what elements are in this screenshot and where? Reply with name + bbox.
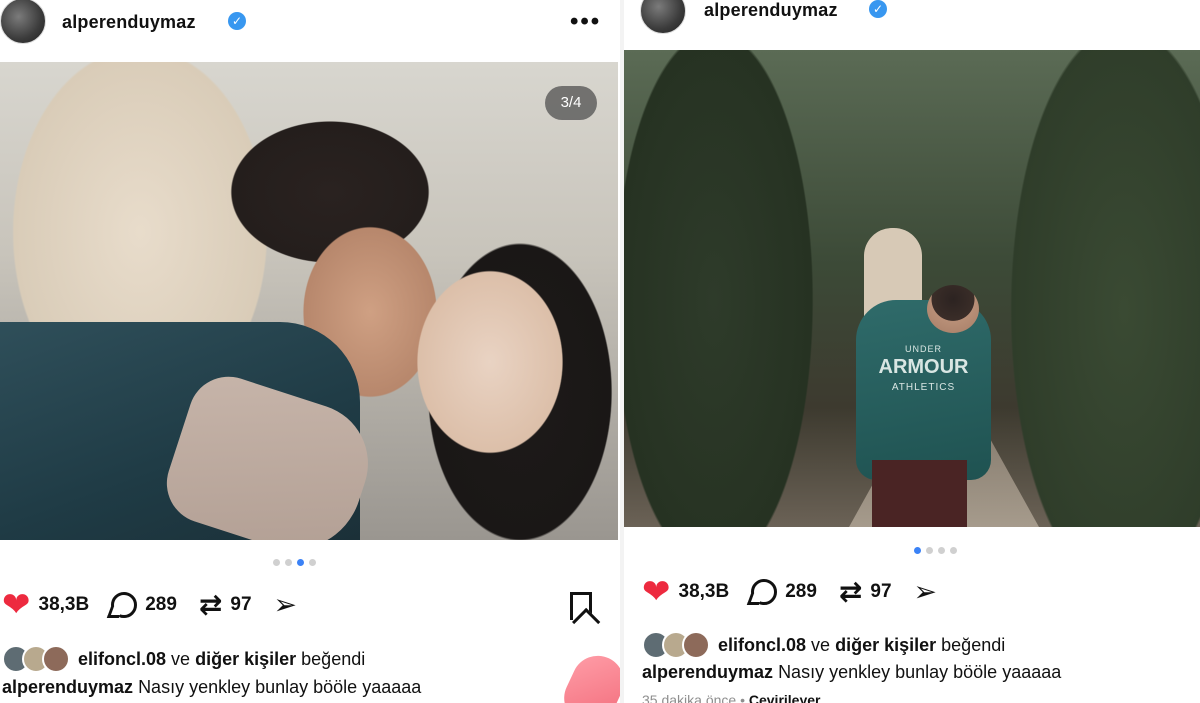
post-username[interactable]: alperenduymaz xyxy=(62,12,196,33)
send-icon[interactable]: ➢ xyxy=(914,578,937,606)
left-post: alperenduymaz ✓ ••• 3/4 ❤ 38,3B 289 ⇄ 97… xyxy=(0,0,620,703)
repost-icon[interactable]: ⇄ xyxy=(199,591,222,619)
liked-by-user[interactable]: elifoncl.08 xyxy=(78,649,166,670)
carousel-dot xyxy=(285,559,292,566)
post-header: alperenduymaz ✓ ••• xyxy=(0,0,620,52)
send-icon[interactable]: ➢ xyxy=(274,591,297,619)
liked-by-suffix: beğendi xyxy=(941,634,1006,655)
liked-by-avatars[interactable] xyxy=(642,631,710,659)
time-separator: • xyxy=(740,692,745,703)
liked-by-suffix: beğendi xyxy=(301,648,366,669)
caption-text: Nasıy yenkley bunlay bööle yaaaaa xyxy=(778,662,1062,682)
profile-avatar[interactable] xyxy=(640,0,686,34)
bookmark-icon[interactable] xyxy=(570,592,592,620)
repost-icon[interactable]: ⇄ xyxy=(839,578,862,606)
caption-username[interactable]: alperenduymaz xyxy=(642,662,773,682)
verified-badge-icon: ✓ xyxy=(869,0,887,18)
action-bar: ❤ 38,3B 289 ⇄ 97 ➢ xyxy=(2,588,297,622)
comment-icon[interactable] xyxy=(111,592,138,618)
photo-jacket-region: UNDER ARMOUR ATHLETICS xyxy=(856,300,991,480)
carousel-dot xyxy=(950,547,957,554)
avatar xyxy=(42,645,70,673)
liked-by-line: elifoncl.08 ve diğer kişiler beğendi xyxy=(642,631,1005,659)
liked-by-joiner: ve xyxy=(811,634,831,655)
post-header: alperenduymaz ✓ xyxy=(624,0,1200,52)
comments-count[interactable]: 289 xyxy=(145,594,177,616)
caption: alperenduymaz Nasıy yenkley bunlay bööle… xyxy=(642,662,1061,683)
post-time: 35 dakika önce xyxy=(642,692,737,703)
liked-by-others[interactable]: diğer kişiler xyxy=(835,635,936,656)
translate-link[interactable]: Çevirileyer xyxy=(749,692,821,703)
heart-icon[interactable]: ❤ xyxy=(2,588,31,622)
carousel-dot-active xyxy=(297,559,304,566)
liked-by-avatars[interactable] xyxy=(2,645,70,673)
comments-count[interactable]: 289 xyxy=(785,581,817,603)
carousel-dots xyxy=(914,547,957,554)
carousel-dots xyxy=(273,559,316,566)
jacket-text-line-3: ATHLETICS xyxy=(891,382,956,393)
caption-username[interactable]: alperenduymaz xyxy=(2,677,133,697)
photo-pants-region xyxy=(872,460,967,527)
photo-head-region xyxy=(927,285,979,333)
carousel-dot-active xyxy=(914,547,921,554)
caption: alperenduymaz Nasıy yenkley bunlay bööle… xyxy=(2,677,421,698)
likes-count[interactable]: 38,3B xyxy=(39,594,90,616)
carousel-counter: 3/4 xyxy=(545,86,597,120)
heart-icon[interactable]: ❤ xyxy=(642,575,671,609)
liked-by-line: elifoncl.08 ve diğer kişiler beğendi xyxy=(2,645,365,673)
carousel-dot xyxy=(926,547,933,554)
carousel-dot xyxy=(273,559,280,566)
right-post: alperenduymaz ✓ UNDER ARMOUR ATHLETICS ❤… xyxy=(624,0,1200,703)
reposts-count[interactable]: 97 xyxy=(870,581,891,603)
carousel-dot xyxy=(309,559,316,566)
more-options-button[interactable]: ••• xyxy=(570,8,601,36)
liked-by-user[interactable]: elifoncl.08 xyxy=(718,635,806,656)
caption-text: Nasıy yenkley bunlay bööle yaaaaa xyxy=(138,677,422,697)
carousel-dot xyxy=(938,547,945,554)
post-time-line: 35 dakika önce • Çevirileyer xyxy=(642,692,820,703)
reposts-count[interactable]: 97 xyxy=(230,594,251,616)
action-bar: ❤ 38,3B 289 ⇄ 97 ➢ xyxy=(642,575,937,609)
jacket-text-line-2: ARMOUR xyxy=(878,356,969,378)
verified-badge-icon: ✓ xyxy=(228,12,246,30)
liked-by-others[interactable]: diğer kişiler xyxy=(195,649,296,670)
liked-by-joiner: ve xyxy=(171,648,191,669)
comment-icon[interactable] xyxy=(751,579,778,605)
post-username[interactable]: alperenduymaz xyxy=(704,0,838,21)
post-photo[interactable] xyxy=(0,62,618,540)
post-photo[interactable]: UNDER ARMOUR ATHLETICS xyxy=(624,50,1200,527)
likes-count[interactable]: 38,3B xyxy=(679,581,730,603)
jacket-text-line-1: UNDER xyxy=(904,344,942,354)
decorative-shape xyxy=(555,647,620,703)
avatar xyxy=(682,631,710,659)
profile-avatar[interactable] xyxy=(0,0,46,44)
